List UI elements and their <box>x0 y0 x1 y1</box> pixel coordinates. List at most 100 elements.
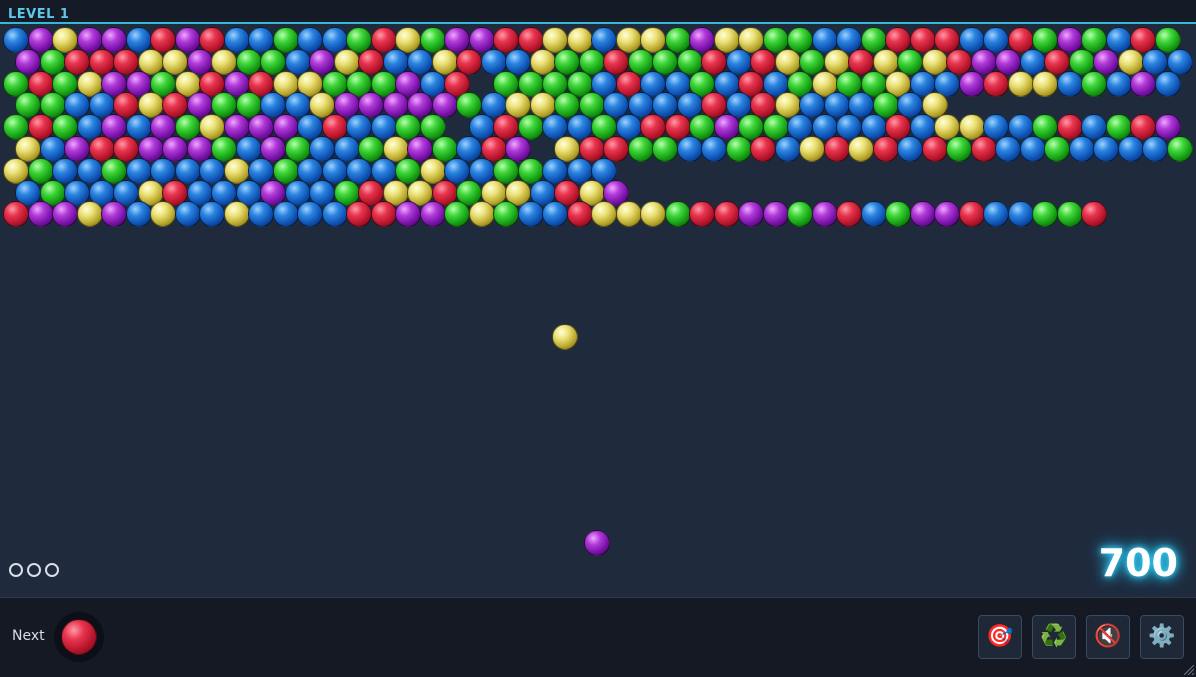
bubble-red <box>970 136 997 162</box>
bubble-red <box>689 201 715 228</box>
mute-button[interactable]: 🔇 <box>1086 615 1130 659</box>
moving-bubble <box>552 324 578 350</box>
next-label: Next <box>12 628 45 644</box>
bubble-yellow <box>223 201 250 228</box>
bubble-blue <box>1068 136 1095 162</box>
bubble-purple <box>101 201 127 228</box>
life-slot <box>45 563 59 577</box>
resize-grip-icon[interactable] <box>1184 665 1194 675</box>
bubble-blue <box>983 201 1009 228</box>
bubble-purple <box>909 201 936 228</box>
bubble-blue <box>1142 136 1169 162</box>
bubble-blue <box>1105 70 1132 97</box>
lives-indicator <box>9 563 59 577</box>
bubble-purple <box>1130 70 1156 97</box>
bubble-yellow <box>1007 70 1034 97</box>
bubble-yellow <box>591 201 617 228</box>
bubble-purple <box>811 201 838 228</box>
bubble-blue <box>297 201 323 228</box>
bubble-blue <box>321 201 348 228</box>
bubble-blue <box>774 136 801 162</box>
settings-button[interactable]: ⚙️ <box>1140 615 1184 659</box>
gear-icon: ⚙️ <box>1148 624 1176 649</box>
bubble-red <box>958 201 985 228</box>
next-bubble-holder[interactable] <box>54 612 104 662</box>
shooter-bubble[interactable] <box>584 530 610 556</box>
bubble-blue <box>701 136 728 162</box>
bubble-yellow <box>799 136 826 162</box>
bubble-blue <box>860 201 887 228</box>
bubble-blue <box>1117 136 1144 162</box>
next-bubble[interactable] <box>61 619 97 655</box>
bubble-blue <box>542 201 568 228</box>
top-bar: LEVEL 1 <box>0 0 1196 24</box>
bubble-yellow <box>150 201 176 228</box>
bubble-purple <box>934 201 960 228</box>
bubble-blue <box>1056 70 1083 97</box>
bubble-green <box>1056 201 1083 228</box>
bubble-green <box>885 201 911 228</box>
recycle-icon: ♻️ <box>1040 624 1068 649</box>
bubble-yellow <box>848 136 875 162</box>
playfield[interactable] <box>0 24 1196 597</box>
bubble-red <box>566 201 593 228</box>
bubble-green <box>664 201 691 228</box>
bubble-red <box>713 201 740 228</box>
bubble-blue <box>1093 136 1120 162</box>
bubble-blue <box>248 201 274 228</box>
bubble-green <box>1044 136 1071 162</box>
bubble-purple <box>27 201 54 228</box>
bubble-blue <box>1019 136 1046 162</box>
bubble-purple <box>395 201 421 228</box>
bubble-purple <box>958 70 985 97</box>
bubble-green <box>444 201 470 228</box>
bubble-green <box>1081 70 1107 97</box>
mute-icon: 🔇 <box>1094 624 1122 649</box>
bubble-green <box>725 136 752 162</box>
bubble-blue <box>517 201 544 228</box>
bubble-blue <box>125 201 152 228</box>
bubble-blue <box>676 136 703 162</box>
bubble-green <box>946 136 973 162</box>
bubble-blue <box>995 136 1022 162</box>
bubble-red <box>370 201 397 228</box>
bubble-purple <box>738 201 764 228</box>
bubble-red <box>983 70 1009 97</box>
bubble-purple <box>762 201 789 228</box>
bubble-red <box>872 136 899 162</box>
bubble-red <box>836 201 862 228</box>
aim-tool-button[interactable]: 🎯 <box>978 615 1022 659</box>
bubble-purple <box>52 201 78 228</box>
bubble-red <box>750 136 777 162</box>
life-slot <box>9 563 23 577</box>
bubble-blue <box>174 201 201 228</box>
bubble-green <box>652 136 679 162</box>
target-icon: 🎯 <box>986 624 1014 649</box>
score-display: 700 <box>1098 541 1178 585</box>
bottom-bar: Next 🎯 ♻️ 🔇 ⚙️ <box>0 597 1196 677</box>
life-slot <box>27 563 41 577</box>
bubble-yellow <box>615 201 642 228</box>
bubble-blue <box>1007 201 1034 228</box>
bubble-red <box>921 136 948 162</box>
bubble-red <box>823 136 850 162</box>
bubble-red <box>1081 201 1107 228</box>
bubble-green <box>1032 201 1058 228</box>
bubble-green <box>1166 136 1193 162</box>
bubble-green <box>787 201 813 228</box>
recycle-button[interactable]: ♻️ <box>1032 615 1076 659</box>
bubble-yellow <box>1032 70 1058 97</box>
bubble-blue <box>199 201 225 228</box>
bubble-purple <box>419 201 446 228</box>
bubble-blue <box>897 136 924 162</box>
bubble-yellow <box>640 201 666 228</box>
level-label: LEVEL 1 <box>8 7 70 22</box>
bubble-yellow <box>76 201 103 228</box>
bubble-green <box>493 201 519 228</box>
bubble-red <box>346 201 372 228</box>
bubble-yellow <box>468 201 495 228</box>
bubble-blue <box>272 201 299 228</box>
bubble-blue <box>1154 70 1181 97</box>
bubble-green <box>627 136 654 162</box>
bubble-red <box>3 201 29 228</box>
